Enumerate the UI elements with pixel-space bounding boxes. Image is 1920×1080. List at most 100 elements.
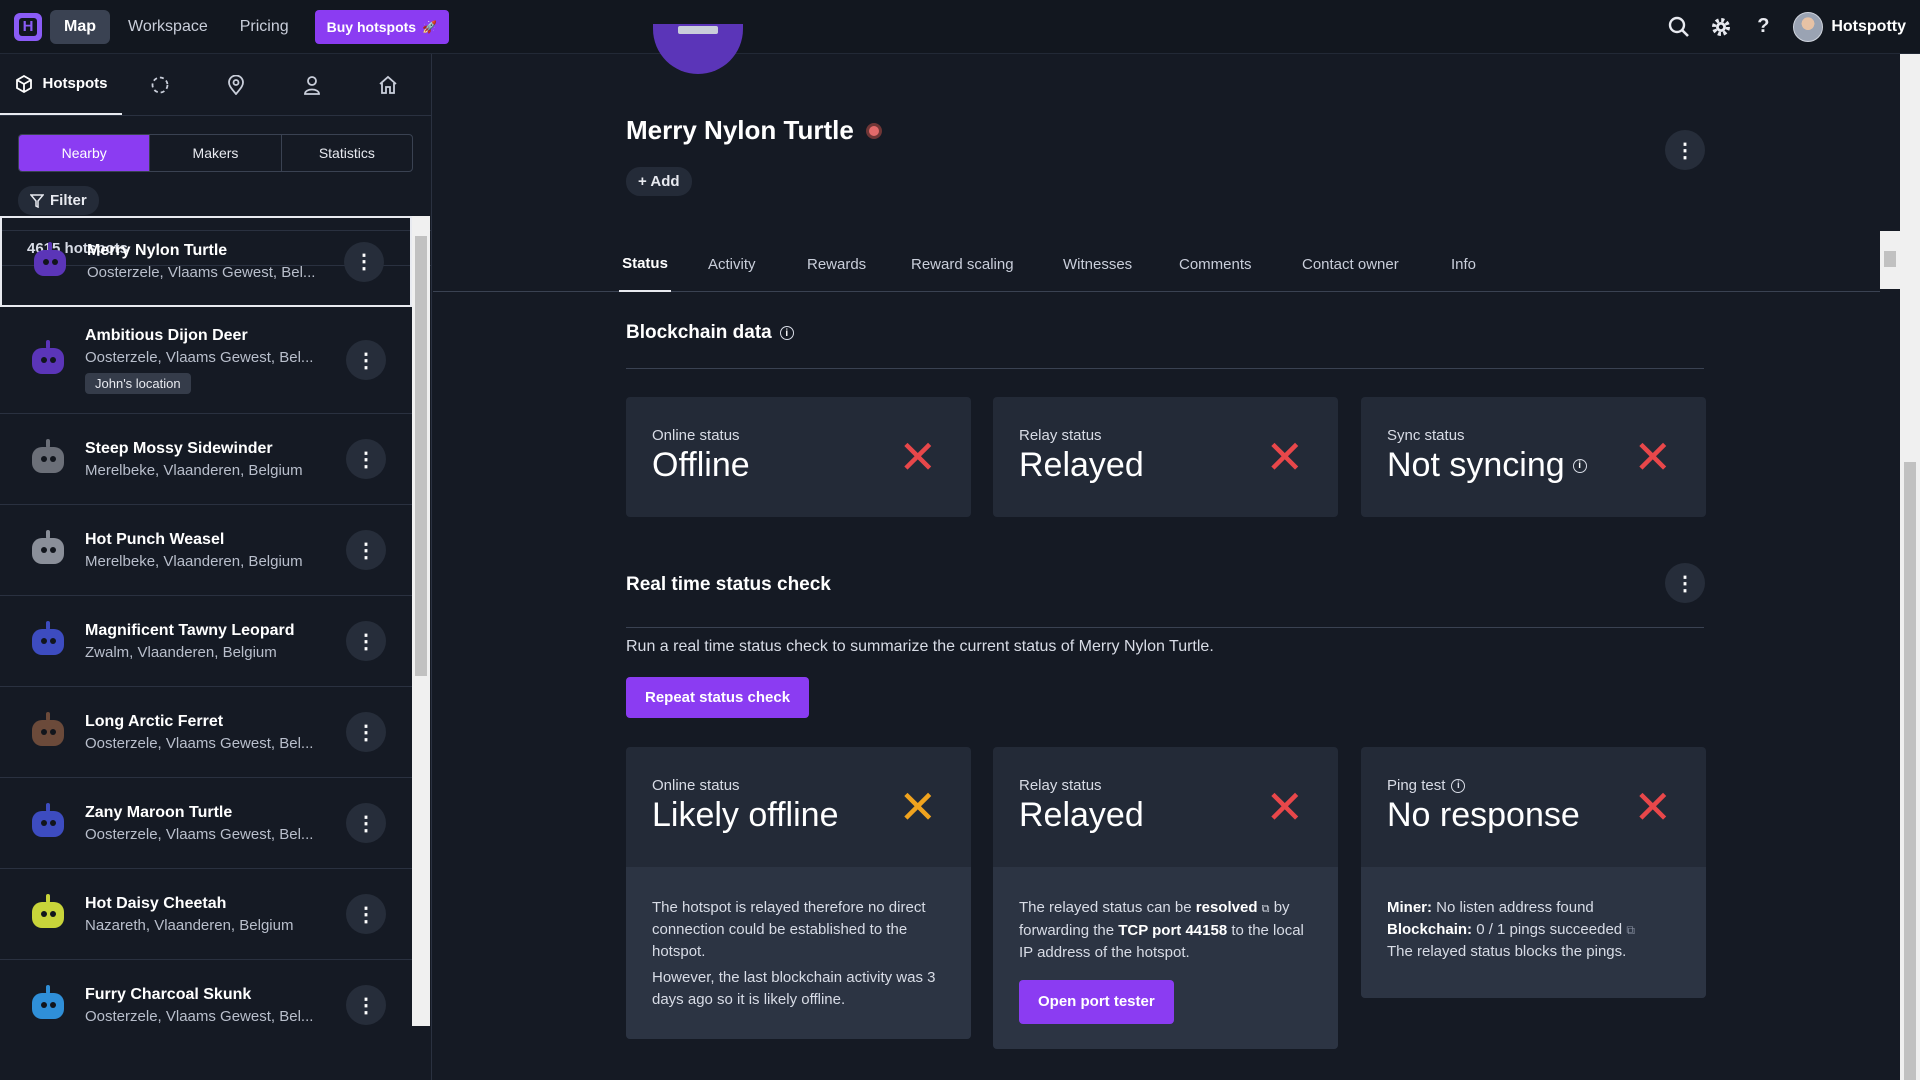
open-port-tester-button[interactable]: Open port tester [1019,980,1174,1024]
info-icon[interactable]: i [1451,778,1466,793]
list-item[interactable]: Hot Daisy Cheetah Nazareth, Vlaanderen, B… [0,869,412,960]
tab-locations[interactable] [198,54,274,115]
copy-icon[interactable]: ⧉ [1626,923,1635,937]
hotspot-location: Oosterzele, Vlaams Gewest, Bel... [85,825,314,843]
more-options-icon[interactable]: ⋮ [346,530,386,570]
hotspot-robot-icon [28,985,68,1025]
blockchain-sync-card: Sync status Not syncing i ✕ [1361,397,1706,517]
divider [626,627,1704,628]
hotspot-robot-icon [28,803,68,843]
dashed-circle-icon [151,76,169,93]
location-tag: John's location [85,372,191,394]
page-title: Merry Nylon Turtle [626,115,882,146]
tab-info[interactable]: Info [1451,236,1476,292]
info-icon[interactable]: i [779,326,794,340]
offline-status-dot [865,122,882,139]
main-scrollbar-thumb[interactable] [1904,462,1916,1080]
list-item[interactable]: Zany Maroon Turtle Oosterzele, Vlaams Gew… [0,778,412,869]
tab-home[interactable] [350,54,426,115]
filter-button[interactable]: Filter [18,186,99,215]
blockchain-relay-card: Relay status Relayed ✕ [993,397,1338,517]
tab-owners[interactable] [274,54,350,115]
hotspot-list: Merry Nylon Turtle Oosterzele, Vlaams Gew… [0,216,412,1026]
cube-icon [15,74,32,93]
hotspot-name: Furry Charcoal Skunk [85,985,252,1003]
list-item[interactable]: Furry Charcoal Skunk Oosterzele, Vlaams G… [0,960,412,1026]
buy-hotspots-button[interactable]: Buy hotspots 🚀 [314,9,450,44]
hotspot-location: Oosterzele, Vlaams Gewest, Bel... [85,734,314,752]
list-item[interactable]: Hot Punch Weasel Merelbeke, Vlaanderen, B… [0,505,412,596]
hotspot-avatar [653,24,743,74]
hotspot-location: Zwalm, Vlaanderen, Belgium [85,643,277,661]
tab-contact-owner[interactable]: Contact owner [1302,236,1399,292]
tab-witnesses[interactable]: Witnesses [1063,236,1132,292]
hotspot-robot-icon [28,894,68,934]
rocket-icon: 🚀 [422,19,438,34]
list-item[interactable]: Ambitious Dijon Deer Oosterzele, Vlaams G… [0,307,412,414]
main-scrollbar[interactable] [1900,54,1920,1080]
hotspot-name: Steep Mossy Sidewinder [85,439,273,457]
hotspot-more-button[interactable]: ⋮ [1665,130,1705,170]
tab-comments[interactable]: Comments [1179,236,1252,292]
tab-status[interactable]: Status [619,236,671,292]
help-icon[interactable]: ? [1751,15,1775,39]
tab-activity[interactable]: Activity [708,236,756,292]
error-x-icon: ✕ [1633,781,1672,833]
tab-rewards-scale[interactable] [122,54,198,115]
avatar[interactable] [1793,11,1824,42]
hotspot-location: Oosterzele, Vlaams Gewest, Bel... [87,264,316,281]
app-logo[interactable]: H [14,12,42,41]
hotspot-name: Hot Daisy Cheetah [85,894,227,912]
more-options-icon[interactable]: ⋮ [346,803,386,843]
hotspot-name: Ambitious Dijon Deer [85,326,248,344]
hotspot-location: Merelbeke, Vlaanderen, Belgium [85,552,303,570]
tab-reward-scaling[interactable]: Reward scaling [911,236,1014,292]
more-options-icon[interactable]: ⋮ [344,241,384,282]
tab-hotspots[interactable]: Hotspots [0,54,122,115]
sidebar-scrollbar[interactable] [412,216,430,1026]
list-item[interactable]: Magnificent Tawny Leopard Zwalm, Vlaander… [0,596,412,687]
more-options-icon[interactable]: ⋮ [346,340,386,380]
more-options-icon[interactable]: ⋮ [346,621,386,661]
list-item[interactable]: Merry Nylon Turtle Oosterzele, Vlaams Gew… [0,216,412,307]
segment-statistics[interactable]: Statistics [282,135,412,171]
external-link-icon: ⧉ [1261,903,1270,915]
hotspot-name: Hot Punch Weasel [85,530,225,548]
user-icon [304,75,320,95]
nav-pricing[interactable]: Pricing [226,10,303,44]
tab-rewards[interactable]: Rewards [807,236,866,292]
more-options-icon[interactable]: ⋮ [346,712,386,752]
hotspot-name: Merry Nylon Turtle [87,242,228,259]
segment-makers[interactable]: Makers [150,135,282,171]
list-item[interactable]: Steep Mossy Sidewinder Merelbeke, Vlaande… [0,414,412,505]
realtime-online-card: Online status Likely offline ✕ The hotsp… [626,747,971,1039]
realtime-ping-card: Ping test i No response ✕ Miner: No liste… [1361,747,1706,998]
sidebar-scrollbar-thumb[interactable] [415,236,427,676]
realtime-section-title: Real time status check [626,574,831,595]
more-options-icon[interactable]: ⋮ [346,439,386,479]
realtime-relay-card: Relay status Relayed ✕ The relayed statu… [993,747,1338,1049]
search-icon[interactable] [1667,15,1691,39]
list-item[interactable]: Long Arctic Ferret Oosterzele, Vlaams Gew… [0,687,412,778]
repeat-status-check-button[interactable]: Repeat status check [626,677,810,718]
hotspot-name: Magnificent Tawny Leopard [85,621,295,639]
realtime-more-button[interactable]: ⋮ [1665,563,1705,603]
resolved-link[interactable]: resolved [1196,899,1258,916]
user-name[interactable]: Hotspotty [1831,18,1906,36]
error-x-icon: ✕ [1633,431,1672,483]
tabs-scrollbar[interactable] [1880,231,1900,289]
more-options-icon[interactable]: ⋮ [346,894,386,934]
hotspot-name: Zany Maroon Turtle [85,803,233,821]
nav-map[interactable]: Map [50,9,110,44]
nav-workspace[interactable]: Workspace [114,10,222,44]
top-navbar: H Map Workspace Pricing Buy hotspots 🚀 ?… [0,0,1920,54]
add-button[interactable]: + Add [626,167,692,196]
gear-icon[interactable] [1709,15,1733,39]
info-icon[interactable]: i [1572,458,1587,473]
home-icon [379,75,397,94]
segment-nearby[interactable]: Nearby [19,135,151,171]
tabs-scrollbar-thumb[interactable] [1884,251,1896,267]
filter-icon [30,193,44,208]
more-options-icon[interactable]: ⋮ [346,985,386,1025]
blockchain-online-card: Online status Offline ✕ [626,397,971,517]
